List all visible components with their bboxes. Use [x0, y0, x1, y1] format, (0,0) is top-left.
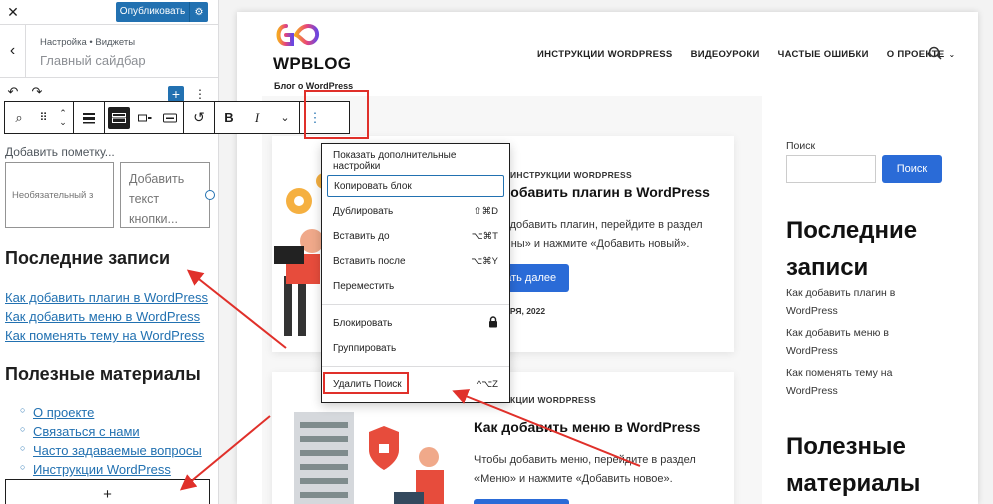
- back-button[interactable]: ‹: [0, 25, 26, 77]
- no-button-icon[interactable]: [157, 102, 183, 133]
- section-title: Главный сайдбар: [40, 53, 146, 68]
- nav-item[interactable]: ЧАСТЫЕ ОШИБКИ: [778, 49, 869, 60]
- post-title[interactable]: Как добавить меню в WordPress: [474, 419, 700, 435]
- menu-item-label: Дублировать: [333, 205, 394, 217]
- menu-item-move[interactable]: Переместить: [327, 275, 504, 297]
- gear-icon[interactable]: ⚙: [190, 7, 208, 18]
- menu-item-insert-after[interactable]: Вставить после ⌥⌘Y: [327, 250, 504, 272]
- publish-label: Опубликовать: [116, 2, 190, 22]
- menu-item-label: Блокировать: [333, 317, 393, 329]
- sidebar-search-button[interactable]: Поиск: [882, 155, 942, 183]
- search-label-field[interactable]: Добавить пометку...: [5, 145, 115, 159]
- menu-item-label: Показать дополнительные настройки: [333, 150, 457, 172]
- bold-button[interactable]: B: [215, 102, 243, 133]
- block-options-menu: Показать дополнительные настройки Копиро…: [321, 143, 510, 403]
- nav-item[interactable]: ВИДЕОУРОКИ: [691, 49, 760, 60]
- sidebar-recent-heading: Последние записи: [786, 212, 917, 286]
- resize-handle[interactable]: [205, 190, 215, 200]
- close-icon[interactable]: ✕: [0, 0, 26, 24]
- useful-materials-heading: Полезные материалы: [5, 364, 201, 384]
- site-title[interactable]: WPBLOG: [273, 54, 351, 74]
- customizer-sidebar: ✕ Опубликовать ⚙ ‹ Настройка • Виджеты Г…: [0, 0, 219, 504]
- menu-item-show-more-settings[interactable]: Показать дополнительные настройки: [327, 150, 504, 172]
- block-toolbar: ⌕ ⠿ ⌃ ⌄ ↺ B I ⌄ ⋮: [4, 101, 350, 134]
- recent-post-link[interactable]: Как поменять тему на WordPress: [5, 328, 204, 343]
- drag-handle-icon[interactable]: ⠿: [33, 102, 53, 133]
- breadcrumb: Настройка • Виджеты: [40, 37, 136, 48]
- search-icon[interactable]: [928, 46, 942, 65]
- undo-icon[interactable]: ↶: [4, 84, 22, 100]
- sidebar-recent-link[interactable]: Как поменять тему на WordPress: [786, 364, 926, 400]
- sidebar-recent-link[interactable]: Как добавить плагин в WordPress: [786, 284, 926, 320]
- align-icon[interactable]: [74, 102, 104, 133]
- menu-item-label: Группировать: [333, 342, 397, 354]
- useful-link[interactable]: Часто задаваемые вопросы: [33, 443, 202, 458]
- menu-item-label: Вставить после: [333, 255, 406, 267]
- logo-icon: [274, 20, 324, 50]
- read-more-button[interactable]: [474, 499, 569, 504]
- chevron-down-icon[interactable]: ⌄: [271, 102, 299, 133]
- menu-item-label: Копировать блок: [334, 180, 412, 192]
- add-block-inserter-button[interactable]: +: [168, 86, 184, 102]
- post-excerpt-line: Чтобы добавить меню, перейдите в раздел: [474, 454, 696, 466]
- menu-item-lock[interactable]: Блокировать: [327, 312, 504, 334]
- italic-button[interactable]: I: [243, 102, 271, 133]
- post-excerpt: Чтобы добавить меню, перейдите в раздел …: [474, 451, 696, 489]
- search-button-preview[interactable]: Добавить текст кнопки...: [120, 162, 210, 228]
- nav-item[interactable]: ИНСТРУКЦИИ WORDPRESS: [537, 49, 673, 60]
- menu-item-shortcut: ⇧⌘D: [473, 205, 498, 217]
- toggle-icon[interactable]: ↺: [184, 102, 214, 133]
- useful-link[interactable]: О проекте: [33, 405, 94, 420]
- publish-button[interactable]: Опубликовать ⚙: [116, 2, 208, 22]
- move-up-down-icon[interactable]: ⌃ ⌄: [53, 102, 73, 133]
- menu-item-shortcut: ⌥⌘Y: [471, 255, 498, 267]
- menu-item-label: Переместить: [333, 280, 395, 292]
- useful-link[interactable]: Инструкции WordPress: [33, 462, 171, 477]
- useful-link[interactable]: Связаться с нами: [33, 424, 140, 439]
- post-illustration: [274, 392, 474, 504]
- post-excerpt-line: «Меню» и нажмите «Добавить новое».: [474, 473, 673, 485]
- post-category[interactable]: ИНСТРУКЦИИ WORDPRESS: [510, 170, 632, 180]
- menu-item-group[interactable]: Группировать: [327, 337, 504, 359]
- recent-post-link[interactable]: Как добавить меню в WordPress: [5, 309, 200, 324]
- button-outside-icon[interactable]: [108, 106, 130, 129]
- add-block-button[interactable]: +: [5, 479, 210, 504]
- heading-line: материалы: [786, 470, 921, 497]
- annotation-box: [304, 90, 369, 139]
- button-inside-icon[interactable]: [133, 102, 157, 133]
- menu-item-shortcut: ⌥⌘T: [471, 230, 498, 242]
- search-input-preview[interactable]: Необязательный з: [5, 162, 114, 228]
- heading-line: Полезные: [786, 433, 906, 460]
- menu-item-insert-before[interactable]: Вставить до ⌥⌘T: [327, 225, 504, 247]
- sidebar-search-label: Поиск: [786, 140, 816, 152]
- redo-icon[interactable]: ↷: [28, 84, 46, 100]
- menu-item-copy-block[interactable]: Копировать блок: [327, 175, 504, 197]
- menu-item-label: Вставить до: [333, 230, 390, 242]
- menu-item-duplicate[interactable]: Дублировать ⇧⌘D: [327, 200, 504, 222]
- sidebar-recent-link[interactable]: Как добавить меню в WordPress: [786, 324, 926, 360]
- annotation-box: [323, 372, 409, 394]
- lock-icon: [488, 315, 498, 331]
- main-nav: ИНСТРУКЦИИ WORDPRESS ВИДЕОУРОКИ ЧАСТЫЕ О…: [537, 49, 955, 60]
- sidebar-useful-heading: Полезные материалы: [786, 428, 920, 502]
- sidebar-search-input[interactable]: [786, 155, 876, 183]
- search-block-icon[interactable]: ⌕: [5, 102, 33, 133]
- recent-post-link[interactable]: Как добавить плагин в WordPress: [5, 290, 208, 305]
- heading-line: Последние: [786, 217, 918, 244]
- customizer-screen: ✕ Опубликовать ⚙ ‹ Настройка • Виджеты Г…: [0, 0, 993, 504]
- chevron-down-icon[interactable]: ⌄: [948, 50, 955, 59]
- more-options-icon[interactable]: ⋮: [193, 86, 207, 102]
- recent-posts-heading: Последние записи: [5, 248, 171, 268]
- heading-line: записи: [786, 254, 869, 281]
- menu-item-shortcut: ^⌥Z: [476, 378, 498, 390]
